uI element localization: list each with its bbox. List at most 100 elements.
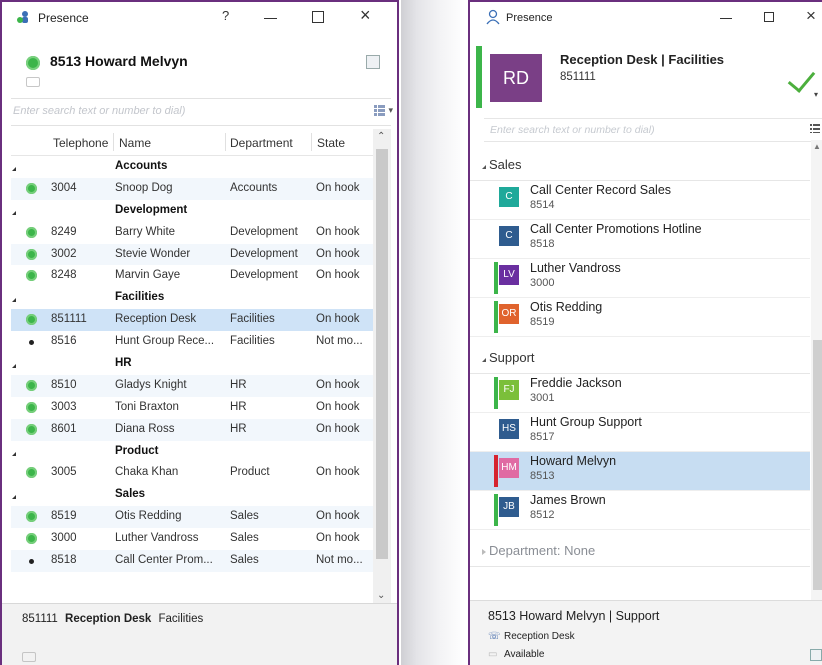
group-name: Facilities	[115, 291, 165, 304]
group-row[interactable]: HR	[11, 353, 373, 375]
contact-item[interactable]: HM Howard Melvyn 8513	[470, 452, 810, 491]
contact-card-icon[interactable]	[366, 55, 380, 69]
collapse-icon[interactable]	[12, 451, 16, 456]
contact-card-icon[interactable]	[810, 649, 822, 661]
search-placeholder: Enter search text or number to dial)	[13, 105, 186, 117]
collapse-icon[interactable]	[12, 167, 16, 171]
status-bar	[494, 184, 498, 216]
table-row[interactable]: 3004 Snoop Dog Accounts On hook	[11, 177, 373, 200]
collapse-icon[interactable]	[12, 364, 16, 369]
column-department[interactable]: Department	[230, 136, 293, 150]
available-status-icon	[26, 401, 37, 413]
table-row[interactable]: 8518 Call Center Prom... Sales Not mo...	[11, 550, 373, 572]
table-scrollbar[interactable]: ⌃ ⌄	[373, 129, 391, 603]
table-row[interactable]: 3000 Luther Vandross Sales On hook	[11, 528, 373, 550]
scroll-up-icon[interactable]: ▲	[813, 142, 821, 151]
group-header[interactable]: Sales	[470, 152, 810, 181]
contact-item[interactable]: LV Luther Vandross 3000	[470, 259, 810, 298]
table-row[interactable]: 8519 Otis Redding Sales On hook	[11, 506, 373, 529]
group-header[interactable]: Support	[470, 345, 810, 374]
state-cell: On hook	[316, 532, 360, 545]
contact-extension: 3001	[530, 392, 555, 404]
table-row[interactable]: 8516 Hunt Group Rece... Facilities Not mo..…	[11, 331, 373, 353]
state-cell: On hook	[316, 225, 360, 238]
table-row[interactable]: 8601 Diana Ross HR On hook	[11, 418, 373, 441]
scroll-up-icon[interactable]: ⌃	[377, 131, 385, 142]
table-row[interactable]: 8249 Barry White Development On hook	[11, 222, 373, 244]
search-input[interactable]: Enter search text or number to dial) ▾	[11, 98, 393, 126]
collapse-icon[interactable]	[12, 298, 16, 303]
group-name: Sales	[489, 157, 522, 172]
group-name: Support	[489, 350, 535, 365]
scrollbar-thumb[interactable]	[376, 149, 388, 559]
telephone-cell: 8516	[51, 335, 77, 348]
chevron-down-icon[interactable]: ▾	[388, 105, 393, 116]
status-message-icon[interactable]	[26, 77, 40, 87]
collapse-icon[interactable]	[482, 358, 486, 362]
group-row[interactable]: Product	[11, 441, 373, 463]
column-state[interactable]: State	[317, 136, 345, 150]
avatar: C	[499, 187, 519, 207]
available-status-icon	[26, 182, 37, 194]
contact-item[interactable]: C Call Center Record Sales 8514	[470, 181, 810, 220]
table-row[interactable]: 8248 Marvin Gaye Development On hook	[11, 265, 373, 287]
table-row[interactable]: 3005 Chaka Khan Product On hook	[11, 462, 373, 484]
group-row[interactable]: Sales	[11, 484, 373, 506]
collapse-icon[interactable]	[12, 495, 16, 500]
phone-icon: ☏	[488, 631, 501, 642]
window-gap	[401, 0, 465, 665]
telephone-cell: 8518	[51, 554, 77, 567]
close-button[interactable]: ×	[806, 6, 816, 26]
available-status-icon	[26, 511, 37, 523]
collapse-icon[interactable]	[482, 165, 486, 169]
department-cell: HR	[230, 378, 247, 391]
minimize-button[interactable]	[720, 18, 732, 19]
name-cell: Snoop Dog	[115, 181, 173, 194]
contact-item[interactable]: FJ Freddie Jackson 3001	[470, 374, 810, 413]
avatar: LV	[499, 265, 519, 285]
table-row[interactable]: 8510 Gladys Knight HR On hook	[11, 374, 373, 397]
close-button[interactable]: ×	[360, 5, 371, 26]
selected-contact-info: 851111 Reception Desk Facilities	[22, 613, 203, 625]
department-cell: HR	[230, 400, 247, 413]
view-options-icon[interactable]	[810, 124, 820, 133]
chevron-down-icon[interactable]: ▾	[814, 90, 818, 99]
search-input[interactable]: Enter search text or number to dial)	[484, 118, 822, 142]
view-options-icon[interactable]	[374, 105, 385, 116]
state-cell: On hook	[316, 247, 360, 260]
group-row[interactable]: Development	[11, 200, 373, 222]
scroll-down-icon[interactable]: ⌄	[377, 590, 385, 601]
contact-item[interactable]: C Call Center Promotions Hotline 8518	[470, 220, 810, 259]
contact-item[interactable]: JB James Brown 8512	[470, 491, 810, 530]
state-cell: Not mo...	[316, 335, 363, 348]
status-message-icon[interactable]	[22, 652, 36, 662]
table-row[interactable]: 3003 Toni Braxton HR On hook	[11, 397, 373, 419]
help-button[interactable]: ?	[222, 8, 229, 23]
contact-item[interactable]: HS Hunt Group Support 8517	[470, 413, 810, 452]
group-header[interactable]: Department: None	[470, 538, 810, 567]
expand-icon[interactable]	[482, 549, 486, 555]
scrollbar-thumb[interactable]	[813, 340, 822, 590]
table-row[interactable]: 3002 Stevie Wonder Development On hook	[11, 243, 373, 266]
list-scrollbar[interactable]: ▲	[811, 140, 822, 600]
column-telephone[interactable]: Telephone	[53, 136, 108, 150]
group-row[interactable]: Facilities	[11, 287, 373, 309]
name-cell: Toni Braxton	[115, 400, 179, 413]
telephone-cell: 3004	[51, 181, 77, 194]
group-name: HR	[115, 357, 132, 370]
group-name: Product	[115, 444, 159, 457]
maximize-button[interactable]	[764, 12, 774, 22]
table-row[interactable]: 851111 Reception Desk Facilities On hook	[11, 309, 373, 332]
available-check-icon[interactable]	[787, 64, 816, 93]
minimize-button[interactable]	[264, 18, 277, 19]
group-row[interactable]: Accounts	[11, 156, 373, 178]
collapse-icon[interactable]	[12, 210, 16, 215]
telephone-cell: 851111	[51, 313, 87, 326]
department-cell: Accounts	[230, 181, 278, 194]
contact-item[interactable]: OR Otis Redding 8519	[470, 298, 810, 337]
available-status-icon[interactable]	[26, 56, 40, 70]
maximize-button[interactable]	[312, 11, 324, 23]
column-name[interactable]: Name	[119, 136, 151, 150]
avatar[interactable]: RD	[490, 54, 542, 102]
